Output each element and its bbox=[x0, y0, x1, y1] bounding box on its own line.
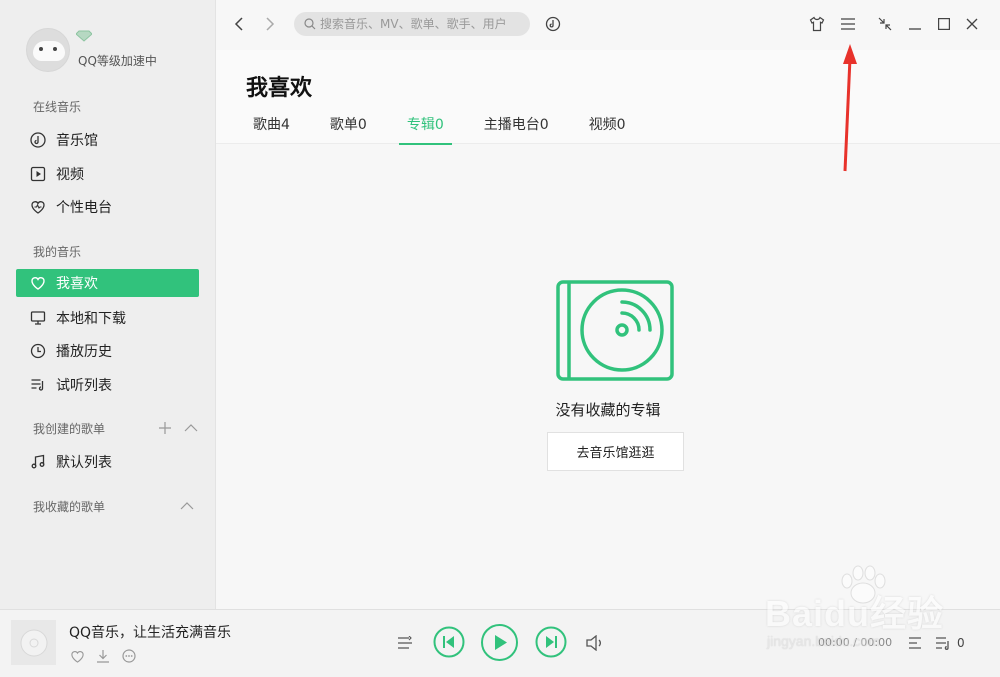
heart-icon bbox=[29, 274, 47, 292]
sidebar-item-label: 个性电台 bbox=[56, 200, 112, 216]
sidebar-item-label: 本地和下载 bbox=[56, 311, 126, 327]
radio-heart-icon bbox=[29, 198, 47, 216]
avatar[interactable] bbox=[26, 28, 70, 72]
music-recognize-icon bbox=[545, 16, 561, 32]
playlist-queue-button[interactable] bbox=[934, 634, 952, 652]
sidebar-item-local-downloads[interactable]: 本地和下载 bbox=[16, 304, 199, 332]
sidebar-item-favorites[interactable]: 我喜欢 bbox=[16, 269, 199, 297]
section-title-collected-playlists: 我收藏的歌单 bbox=[33, 500, 106, 514]
empty-message: 没有收藏的专辑 bbox=[555, 401, 661, 419]
playlist-icon bbox=[29, 376, 47, 394]
play-button[interactable] bbox=[480, 623, 519, 662]
next-button[interactable] bbox=[535, 626, 567, 658]
sidebar-item-trial-list[interactable]: 试听列表 bbox=[16, 371, 199, 399]
close-button[interactable] bbox=[961, 13, 983, 35]
sidebar: QQ等级加速中 在线音乐 音乐馆 视频 个性电台 我的音乐 我喜欢 本地和下载 bbox=[0, 0, 216, 609]
listen-recognize-button[interactable] bbox=[542, 13, 564, 35]
main-content: 我喜欢 歌曲4 歌单0 专辑0 主播电台0 视频0 没有收藏的专辑 去音乐馆逛逛 bbox=[216, 50, 1000, 609]
chevron-right-icon bbox=[266, 17, 275, 31]
collapse-chevron-up-icon[interactable] bbox=[182, 419, 200, 437]
sidebar-item-history[interactable]: 播放历史 bbox=[16, 337, 199, 365]
close-icon bbox=[966, 18, 978, 30]
sidebar-item-label: 默认列表 bbox=[56, 455, 112, 471]
tab-videos[interactable]: 视频0 bbox=[580, 110, 635, 144]
collapse-chevron-up-icon[interactable] bbox=[178, 497, 196, 515]
maximize-button[interactable] bbox=[933, 13, 955, 35]
play-mode-button[interactable] bbox=[396, 634, 414, 652]
sidebar-item-label: 我喜欢 bbox=[56, 276, 98, 292]
search-icon bbox=[304, 18, 316, 30]
disc-icon bbox=[29, 131, 47, 149]
clock-icon bbox=[29, 342, 47, 360]
minimize-button[interactable] bbox=[904, 13, 926, 35]
tab-albums[interactable]: 专辑0 bbox=[398, 110, 453, 145]
video-icon bbox=[29, 165, 47, 183]
more-options-icon[interactable] bbox=[121, 648, 137, 664]
volume-icon bbox=[586, 635, 601, 651]
lyrics-button[interactable] bbox=[906, 634, 924, 652]
sidebar-item-label: 音乐馆 bbox=[56, 133, 98, 149]
playlist-count: 0 bbox=[957, 636, 965, 650]
search-input[interactable] bbox=[320, 17, 520, 31]
back-button[interactable] bbox=[228, 13, 250, 35]
vip-diamond-icon[interactable] bbox=[76, 30, 92, 42]
music-note-icon bbox=[29, 453, 47, 471]
sidebar-item-label: 视频 bbox=[56, 167, 84, 183]
previous-button[interactable] bbox=[433, 626, 465, 658]
playlist-queue-icon bbox=[936, 637, 949, 650]
sidebar-item-radio[interactable]: 个性电台 bbox=[16, 193, 199, 221]
sidebar-item-label: 播放历史 bbox=[56, 344, 112, 360]
top-bar bbox=[216, 0, 1000, 50]
hamburger-menu-icon bbox=[841, 18, 855, 30]
sequential-play-icon bbox=[398, 636, 412, 649]
sidebar-item-label: 试听列表 bbox=[56, 378, 112, 394]
tab-radio[interactable]: 主播电台0 bbox=[475, 110, 558, 144]
main-menu-button[interactable] bbox=[837, 13, 859, 35]
song-title[interactable]: QQ音乐，让生活充满音乐 bbox=[69, 622, 231, 642]
chevron-left-icon bbox=[234, 17, 243, 31]
next-track-icon bbox=[535, 626, 567, 658]
album-cover[interactable] bbox=[11, 620, 56, 665]
section-title-my-music: 我的音乐 bbox=[33, 245, 82, 259]
username[interactable]: QQ等级加速中 bbox=[78, 52, 157, 69]
download-icon[interactable] bbox=[95, 648, 111, 664]
mini-mode-button[interactable] bbox=[874, 13, 896, 35]
skin-button[interactable] bbox=[806, 13, 828, 35]
lyrics-icon bbox=[909, 637, 921, 649]
sidebar-item-default-list[interactable]: 默认列表 bbox=[16, 448, 199, 476]
go-to-music-hall-button[interactable]: 去音乐馆逛逛 bbox=[547, 432, 684, 471]
album-disc-icon bbox=[556, 280, 674, 381]
user-profile[interactable]: QQ等级加速中 bbox=[26, 28, 157, 72]
tab-bar: 歌曲4 歌单0 专辑0 主播电台0 视频0 bbox=[244, 110, 657, 145]
sidebar-item-video[interactable]: 视频 bbox=[16, 160, 199, 188]
previous-track-icon bbox=[433, 626, 465, 658]
tab-songs[interactable]: 歌曲4 bbox=[244, 110, 299, 144]
monitor-icon bbox=[29, 309, 47, 327]
player-bar: QQ音乐，让生活充满音乐 00:00 / 00:00 0 bbox=[0, 609, 1000, 677]
tab-playlists[interactable]: 歌单0 bbox=[321, 110, 376, 144]
add-playlist-icon[interactable] bbox=[156, 419, 174, 437]
cd-placeholder-icon bbox=[20, 629, 47, 656]
page-header: 我喜欢 歌曲4 歌单0 专辑0 主播电台0 视频0 bbox=[216, 50, 1000, 145]
section-title-online: 在线音乐 bbox=[33, 100, 82, 114]
search-box[interactable] bbox=[294, 12, 530, 36]
forward-button[interactable] bbox=[259, 13, 281, 35]
play-icon bbox=[481, 624, 518, 661]
section-title-created-playlists: 我创建的歌单 bbox=[33, 422, 106, 436]
maximize-icon bbox=[938, 18, 950, 30]
sidebar-item-music-hall[interactable]: 音乐馆 bbox=[16, 126, 199, 154]
tshirt-icon bbox=[809, 16, 825, 32]
volume-button[interactable] bbox=[585, 634, 605, 652]
minimize-icon bbox=[909, 28, 921, 30]
page-title: 我喜欢 bbox=[246, 76, 313, 101]
shrink-arrows-icon bbox=[878, 17, 892, 31]
annotation-arrow-icon bbox=[843, 44, 857, 172]
playback-time: 00:00 / 00:00 bbox=[818, 636, 893, 649]
like-heart-icon[interactable] bbox=[69, 648, 85, 664]
